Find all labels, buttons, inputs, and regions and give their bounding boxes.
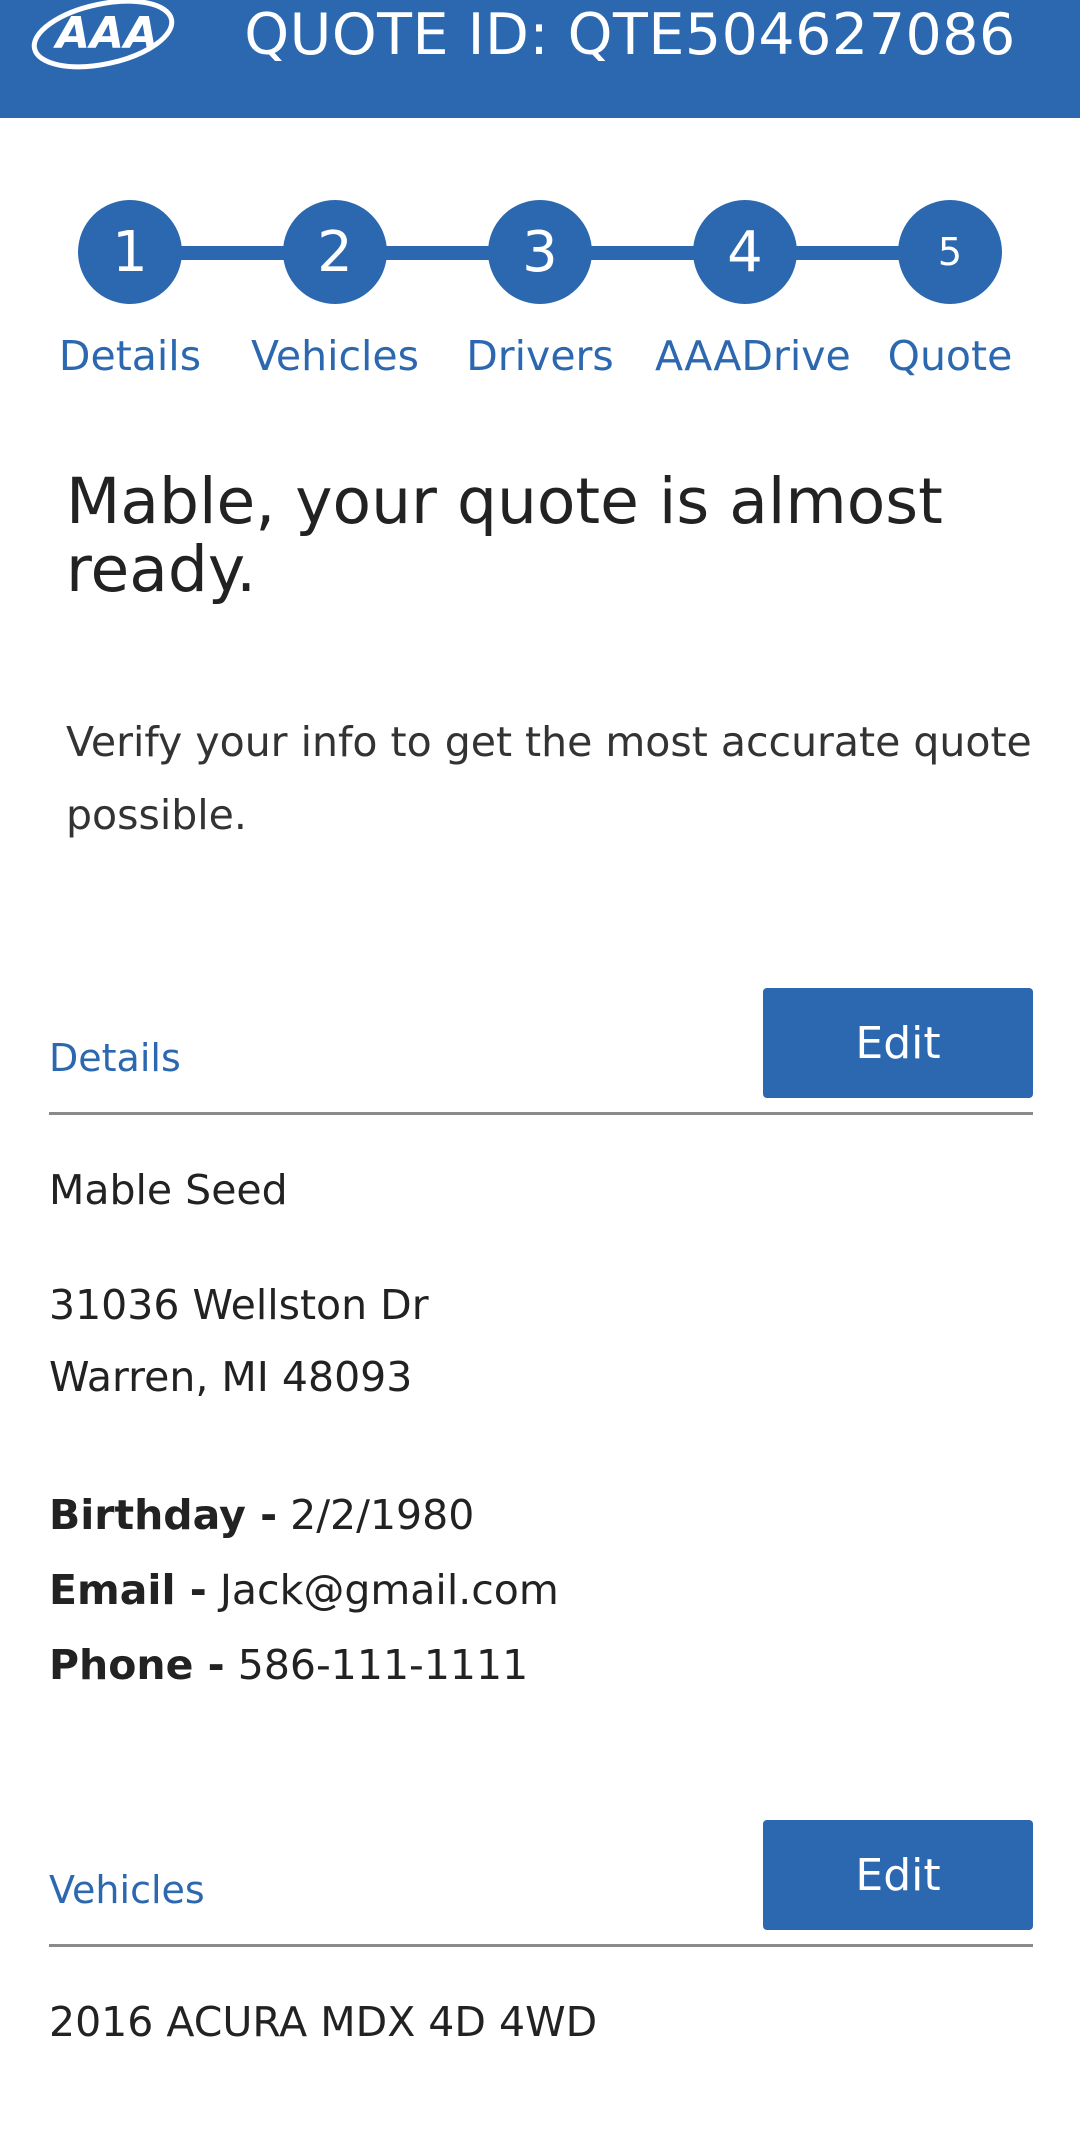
step-vehicles[interactable]: 2 Vehicles xyxy=(245,200,425,380)
svg-text:AAA: AAA xyxy=(53,8,158,59)
step-details[interactable]: 1 Details xyxy=(40,200,220,380)
aaa-logo: AAA xyxy=(31,0,175,70)
quote-id-label: QUOTE ID: xyxy=(244,2,550,68)
step-number-circle: 5 xyxy=(898,200,1002,304)
step-label: Quote xyxy=(887,332,1013,380)
details-edit-button[interactable]: Edit xyxy=(763,988,1033,1098)
step-drivers[interactable]: 3 Drivers xyxy=(450,200,630,380)
step-label: Details xyxy=(58,332,202,380)
step-label: AAADrive xyxy=(655,332,851,380)
page-subtext: Verify your info to get the most accurat… xyxy=(66,718,1032,839)
step-label: Drivers xyxy=(466,332,614,380)
email-row: Email - Jack@gmail.com xyxy=(49,1566,559,1614)
phone-value: 586-111-1111 xyxy=(237,1641,529,1689)
step-aaadrive[interactable]: 4 AAADrive xyxy=(655,200,851,380)
phone-row: Phone - 586-111-1111 xyxy=(49,1641,528,1689)
vehicles-section: Vehicles Edit 2016 ACURA MDX 4D 4WD xyxy=(49,1820,1033,2070)
page-heading: Mable, your quote is almost ready. xyxy=(66,465,943,606)
details-section-title: Details xyxy=(49,1036,181,1080)
vehicles-section-header: Vehicles Edit xyxy=(49,1820,1033,1947)
birthday-value: 2/2/1980 xyxy=(290,1491,475,1539)
details-section: Details Edit Mable Seed 31036 Wellston D… xyxy=(49,988,1033,1708)
vehicle-name: 2016 ACURA MDX 4D 4WD xyxy=(49,1998,598,2046)
email-value: Jack@gmail.com xyxy=(219,1566,559,1614)
progress-stepper: 1 Details 2 Vehicles 3 Drivers 4 AAADriv… xyxy=(0,200,1080,400)
phone-label: Phone - xyxy=(49,1641,225,1689)
birthday-row: Birthday - 2/2/1980 xyxy=(49,1491,474,1539)
customer-name: Mable Seed xyxy=(49,1166,288,1214)
address-line-1: 31036 Wellston Dr xyxy=(49,1281,429,1329)
details-section-header: Details Edit xyxy=(49,988,1033,1115)
vehicles-section-title: Vehicles xyxy=(49,1868,205,1912)
quote-id-value: QTE504627086 xyxy=(567,2,1016,68)
address-line-2: Warren, MI 48093 xyxy=(49,1353,413,1401)
step-number-circle: 2 xyxy=(283,200,387,304)
step-quote[interactable]: 5 Quote xyxy=(860,200,1040,380)
quote-id: QUOTE ID: QTE504627086 xyxy=(180,0,1080,70)
app-header: AAA QUOTE ID: QTE504627086 xyxy=(0,0,1080,118)
birthday-label: Birthday - xyxy=(49,1491,278,1539)
step-number-circle: 1 xyxy=(78,200,182,304)
step-label: Vehicles xyxy=(251,332,419,380)
email-label: Email - xyxy=(49,1566,207,1614)
step-number-circle: 4 xyxy=(693,200,797,304)
vehicles-edit-button[interactable]: Edit xyxy=(763,1820,1033,1930)
step-number-circle: 3 xyxy=(488,200,592,304)
